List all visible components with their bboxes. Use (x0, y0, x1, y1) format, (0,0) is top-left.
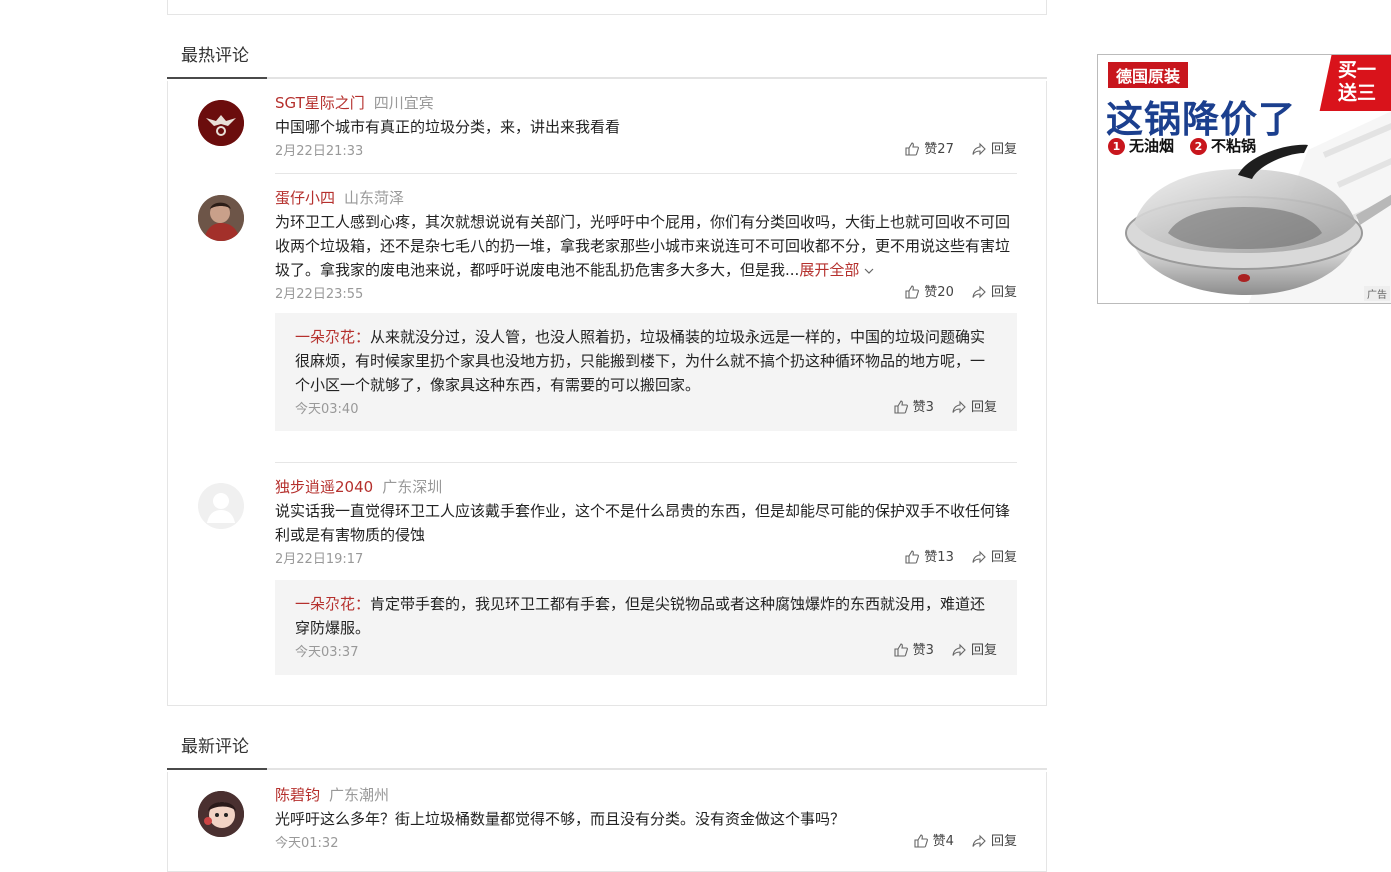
reply-button[interactable]: 回复 (972, 139, 1017, 161)
thumbs-up-icon (914, 834, 928, 848)
new-comments-header: 最新评论 (167, 727, 1047, 770)
reply-button[interactable]: 回复 (972, 282, 1017, 304)
username[interactable]: 陈碧钧 (275, 786, 320, 804)
ad-feature-2: 2 不粘锅 (1190, 135, 1256, 156)
reply-label: 回复 (970, 643, 997, 658)
reply-label: 回复 (990, 285, 1017, 300)
like-count: 赞3 (912, 400, 934, 415)
feature-number-2: 2 (1190, 138, 1207, 155)
thumbs-up-icon (894, 400, 908, 414)
like-count: 赞27 (924, 142, 954, 157)
comment-time: 今天01:32 (275, 836, 339, 851)
reply-button[interactable]: 回复 (952, 397, 997, 419)
reply-arrow-icon (972, 142, 986, 156)
avatar[interactable] (198, 195, 244, 241)
reply-arrow-icon (952, 643, 966, 657)
like-count: 赞20 (924, 285, 954, 300)
expand-all-label: 展开全部 (799, 261, 860, 279)
reply-arrow-icon (972, 834, 986, 848)
comment-divider (275, 173, 1017, 174)
comment-divider (275, 462, 1017, 463)
nested-reply: 一朵尕花：肯定带手套的，我见环卫工都有手套，但是尖锐物品或者这种腐蚀爆炸的东西就… (275, 580, 1017, 675)
like-count: 赞4 (932, 834, 954, 849)
like-button[interactable]: 赞20 (905, 282, 954, 304)
comment-text: 中国哪个城市有真正的垃圾分类，来，讲出来我看看 (275, 118, 621, 136)
username[interactable]: 蛋仔小四 (275, 189, 335, 207)
reply-label: 回复 (990, 550, 1017, 565)
chevron-down-icon (864, 268, 874, 274)
previous-panel-edge (167, 0, 1047, 15)
reply-text: 一朵尕花：肯定带手套的，我见环卫工都有手套，但是尖锐物品或者这种腐蚀爆炸的东西就… (295, 592, 997, 640)
user-location: 广东深圳 (382, 478, 443, 496)
like-button[interactable]: 赞3 (894, 397, 934, 419)
avatar[interactable] (198, 483, 244, 529)
username[interactable]: 独步逍遥2040 (275, 478, 373, 496)
comment-time: 2月22日23:55 (275, 287, 364, 302)
reply-arrow-icon (952, 400, 966, 414)
user-location: 四川宜宾 (373, 94, 434, 112)
comment-time: 2月22日19:17 (275, 552, 364, 567)
like-button[interactable]: 赞27 (905, 139, 954, 161)
eagle-emblem-icon (198, 100, 244, 146)
reply-username[interactable]: 一朵尕花： (295, 595, 370, 613)
reply-time: 今天03:40 (295, 402, 359, 417)
reply-content: 从来就没分过，没人管，也没人照着扔，垃圾桶装的垃圾永远是一样的，中国的垃圾问题确… (295, 328, 986, 394)
comment-text-content: 为环卫工人感到心疼，其次就想说说有关部门，光呼吁中个屁用，你们有分类回收吗，大街… (275, 213, 1011, 279)
reply-button[interactable]: 回复 (972, 547, 1017, 569)
ad-promo-text: 买一送三 (1338, 59, 1377, 104)
reply-arrow-icon (972, 550, 986, 564)
child-photo-icon (198, 791, 244, 837)
reply-button[interactable]: 回复 (972, 831, 1017, 853)
avatar[interactable] (198, 791, 244, 837)
feature-number-1: 1 (1108, 138, 1125, 155)
reply-arrow-icon (972, 285, 986, 299)
reply-content: 肯定带手套的，我见环卫工都有手套，但是尖锐物品或者这种腐蚀爆炸的东西就没用，难道… (295, 595, 986, 637)
like-button[interactable]: 赞13 (905, 547, 954, 569)
thumbs-up-icon (905, 142, 920, 156)
reply-username[interactable]: 一朵尕花： (295, 328, 370, 346)
user-location: 山东菏泽 (344, 189, 405, 207)
reply-time: 今天03:37 (295, 645, 359, 660)
new-comments-panel: 陈碧钧 广东潮州 光呼吁这么多年？街上垃圾桶数量都觉得不够，而且没有分类。没有资金… (167, 772, 1047, 872)
avatar[interactable] (198, 100, 244, 146)
user-location: 广东潮州 (329, 786, 390, 804)
feature-text-2: 不粘锅 (1211, 137, 1257, 155)
default-avatar-icon (198, 483, 244, 529)
advertisement-banner[interactable]: 买一送三 德国原装 这锅降价了 1 无油烟 2 不粘锅 广告 (1097, 54, 1391, 304)
expand-all-link[interactable]: 展开全部 (799, 261, 874, 279)
comment-text: 光呼吁这么多年？街上垃圾桶数量都觉得不够，而且没有分类。没有资金做这个事吗？ (275, 810, 846, 828)
hot-comments-panel: SGT星际之门 四川宜宾 中国哪个城市有真正的垃圾分类，来，讲出来我看看 2月22… (167, 81, 1047, 706)
thumbs-up-icon (905, 285, 920, 299)
comment-text: 为环卫工人感到心疼，其次就想说说有关部门，光呼吁中个屁用，你们有分类回收吗，大街… (275, 210, 1017, 282)
ad-feature-1: 1 无油烟 (1108, 135, 1174, 156)
reply-label: 回复 (970, 400, 997, 415)
thumbs-up-icon (894, 643, 908, 657)
reply-label: 回复 (990, 142, 1017, 157)
like-button[interactable]: 赞4 (914, 831, 954, 853)
hot-comments-header: 最热评论 (167, 36, 1047, 79)
like-count: 赞13 (924, 550, 954, 565)
reply-button[interactable]: 回复 (952, 640, 997, 662)
ad-tag: 德国原装 (1108, 62, 1189, 88)
ad-label: 广告 (1364, 286, 1390, 301)
user-photo-icon (198, 195, 244, 241)
like-button[interactable]: 赞3 (894, 640, 934, 662)
hot-comments-tab[interactable]: 最热评论 (167, 36, 267, 79)
new-comments-tab[interactable]: 最新评论 (167, 727, 267, 770)
username[interactable]: SGT星际之门 (275, 94, 365, 112)
comment-text: 说实话我一直觉得环卫工人应该戴手套作业，这个不是什么昂贵的东西，但是却能尽可能的… (275, 502, 1011, 544)
reply-label: 回复 (990, 834, 1017, 849)
like-count: 赞3 (912, 643, 934, 658)
feature-text-1: 无油烟 (1129, 137, 1175, 155)
nested-reply: 一朵尕花：从来就没分过，没人管，也没人照着扔，垃圾桶装的垃圾永远是一样的，中国的… (275, 313, 1017, 431)
thumbs-up-icon (905, 550, 920, 564)
comment-time: 2月22日21:33 (275, 144, 364, 159)
reply-text: 一朵尕花：从来就没分过，没人管，也没人照着扔，垃圾桶装的垃圾永远是一样的，中国的… (295, 325, 997, 397)
